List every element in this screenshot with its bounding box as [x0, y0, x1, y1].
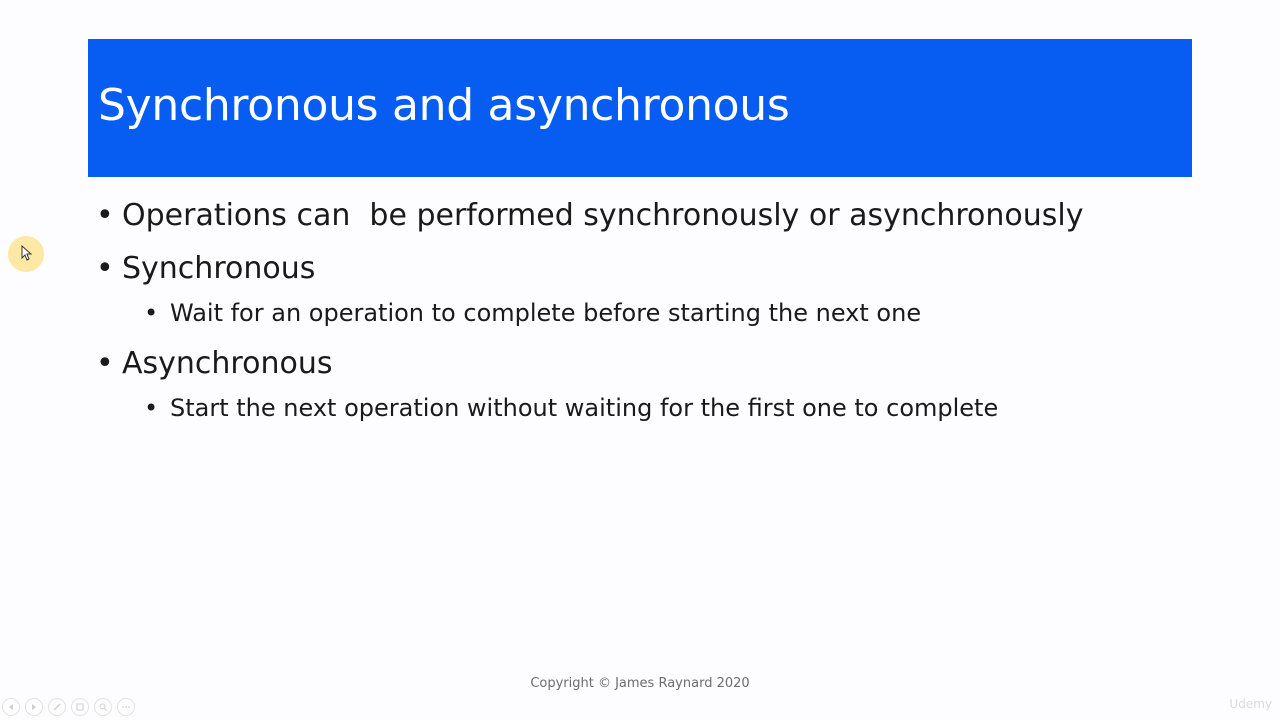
slide-title-band: Synchronous and asynchronous: [88, 39, 1192, 177]
watermark: Udemy: [1229, 697, 1272, 711]
bullet-text: Asynchronous: [122, 346, 333, 381]
slide-controls: [2, 697, 135, 717]
zoom-icon[interactable]: [94, 698, 112, 716]
bullet-dot: •: [96, 251, 114, 286]
bullet-text: Synchronous: [122, 251, 316, 286]
slides-icon[interactable]: [71, 698, 89, 716]
slide-title: Synchronous and asynchronous: [98, 80, 790, 131]
bullet-text: Operations can be performed synchronousl…: [122, 198, 1084, 233]
bullet-dot: •: [96, 198, 114, 233]
next-icon[interactable]: [25, 698, 43, 716]
bullet-dot: •: [96, 346, 114, 381]
bullet-dot: •: [144, 394, 159, 422]
bullet-dot: •: [144, 299, 159, 327]
copyright-footer: Copyright © James Raynard 2020: [530, 676, 750, 691]
previous-icon[interactable]: [2, 698, 20, 716]
bullet-text: Wait for an operation to complete before…: [170, 299, 922, 327]
bullet-text: Start the next operation without waiting…: [170, 394, 999, 422]
mouse-cursor-icon: [21, 245, 32, 261]
more-icon[interactable]: [117, 698, 135, 716]
pen-icon[interactable]: [48, 698, 66, 716]
